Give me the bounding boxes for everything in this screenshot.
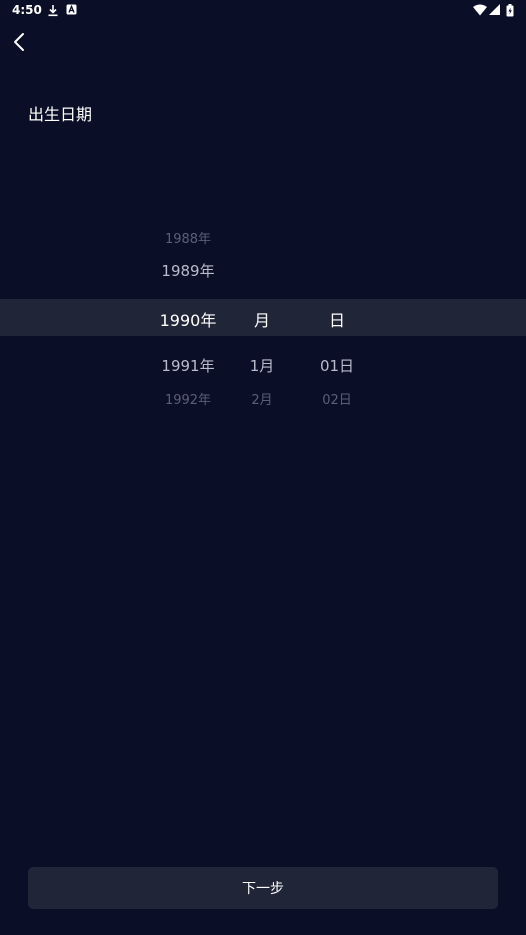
year-wheel[interactable]: 1988年 1989年 1990年 1991年 1992年 (148, 220, 228, 420)
status-bar: 4:50 (0, 0, 526, 22)
year-option[interactable]: 1992年 (148, 389, 228, 408)
wifi-icon (473, 4, 487, 16)
date-picker: 1988年 1989年 1990年 1991年 1992年 月 1月 2月 日 … (0, 220, 526, 420)
day-option[interactable]: 02日 (297, 389, 377, 408)
battery-icon (506, 4, 514, 17)
year-option[interactable]: 1991年 (148, 355, 228, 376)
month-option[interactable]: 1月 (222, 355, 302, 376)
signal-icon (489, 4, 500, 15)
month-option[interactable]: 2月 (222, 389, 302, 408)
back-button[interactable] (6, 28, 34, 56)
next-step-button[interactable]: 下一步 (28, 867, 498, 909)
page-title: 出生日期 (28, 105, 93, 124)
download-icon (48, 5, 58, 17)
month-wheel[interactable]: 月 1月 2月 (222, 220, 302, 420)
year-option[interactable]: 1988年 (148, 228, 228, 247)
day-wheel[interactable]: 日 01日 02日 (297, 220, 377, 420)
app-notification-icon (66, 4, 77, 15)
status-time: 4:50 (12, 3, 42, 17)
day-option-selected[interactable]: 日 (297, 307, 377, 331)
month-option-selected[interactable]: 月 (222, 307, 302, 331)
year-option-selected[interactable]: 1990年 (148, 307, 228, 331)
chevron-left-icon (14, 33, 24, 51)
year-option[interactable]: 1989年 (148, 260, 228, 281)
day-option[interactable]: 01日 (297, 355, 377, 376)
